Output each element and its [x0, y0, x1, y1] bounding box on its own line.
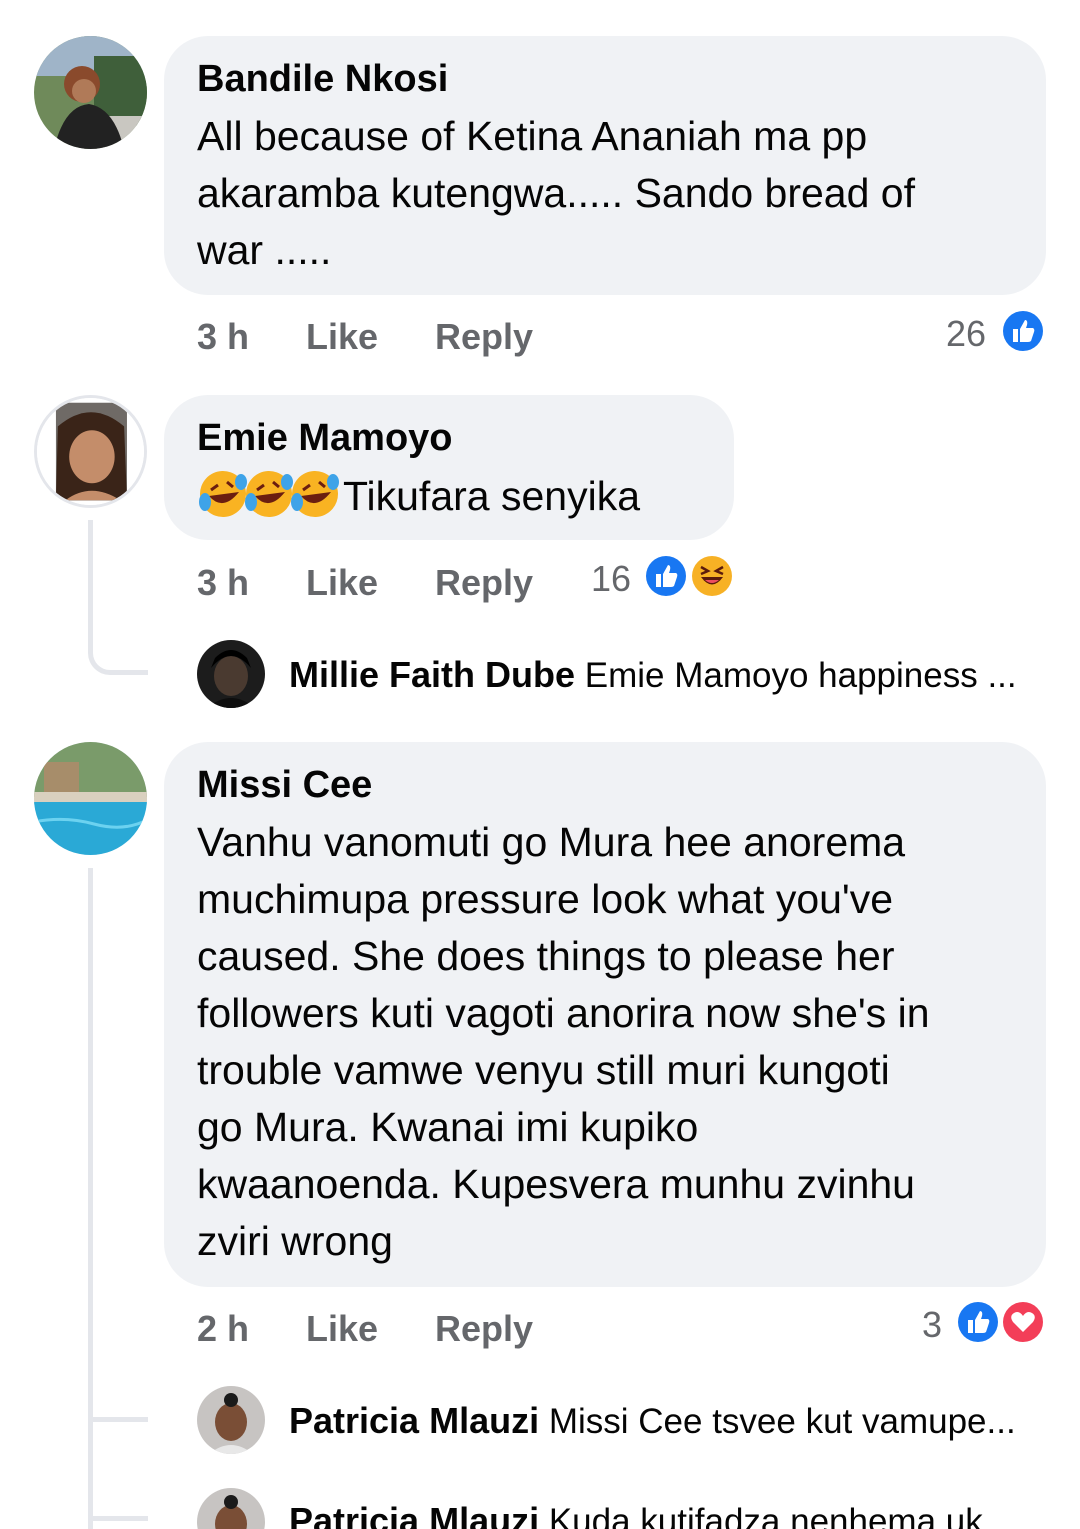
thread-connector: [88, 1417, 148, 1422]
comment-author[interactable]: Missi Cee: [197, 764, 372, 807]
thread-connector: [88, 1516, 148, 1521]
comment-text: Vanhu vanomuti go Mura hee anorema muchi…: [197, 814, 1027, 1270]
comment-text-line: followers kuti vagoti anorira now she's …: [197, 990, 930, 1036]
comment-author[interactable]: Bandile Nkosi: [197, 58, 448, 101]
comment-text-line: trouble vamwe venyu still muri kungoti: [197, 1047, 890, 1093]
reply-button[interactable]: Reply: [435, 562, 533, 604]
comment-text-line: Vanhu vanomuti go Mura hee anorema: [197, 819, 906, 865]
comment-text-line: All because of Ketina Ananiah ma pp: [197, 113, 868, 159]
reply-preview[interactable]: Patricia Mlauzi Kuda kutifadza nenhema u…: [289, 1500, 1049, 1529]
reply-preview[interactable]: Millie Faith Dube Emie Mamoyo happiness …: [289, 654, 1049, 696]
comment-text-line: zviri wrong: [197, 1218, 393, 1264]
like-button[interactable]: Like: [306, 562, 378, 604]
comment-timestamp[interactable]: 3 h: [197, 316, 249, 358]
comment-text-line: kwaanoenda. Kupesvera munhu zvinhu: [197, 1161, 915, 1207]
reply-author[interactable]: Patricia Mlauzi: [289, 1400, 539, 1441]
comment-text: All because of Ketina Ananiah ma pp akar…: [197, 108, 1027, 279]
rolling-on-floor-laughing-emoji: [289, 468, 341, 520]
reply-preview[interactable]: Patricia Mlauzi Missi Cee tsvee kut vamu…: [289, 1400, 1049, 1442]
reply-snippet: Kuda kutifadza nenhema uk: [548, 1502, 983, 1529]
avatar-millie-faith-dube[interactable]: [197, 640, 265, 708]
avatar-patricia-mlauzi[interactable]: [197, 1386, 265, 1454]
love-icon[interactable]: [1000, 1299, 1046, 1345]
comment-text-line: caused. She does things to please her: [197, 933, 895, 979]
reaction-count[interactable]: 26: [946, 313, 986, 355]
avatar-bandile-nkosi[interactable]: [34, 36, 147, 149]
avatar-emie-mamoyo[interactable]: [34, 395, 147, 508]
comment-timestamp[interactable]: 2 h: [197, 1308, 249, 1350]
comment-text-line: war .....: [197, 227, 332, 273]
haha-icon[interactable]: [689, 553, 735, 599]
reply-snippet: Missi Cee tsvee kut vamupe...: [548, 1402, 1016, 1441]
comment-author[interactable]: Emie Mamoyo: [197, 417, 453, 460]
like-icon[interactable]: [1000, 308, 1046, 354]
comment-text-line: akaramba kutengwa..... Sando bread of: [197, 170, 915, 216]
reply-snippet: Emie Mamoyo happiness ...: [584, 656, 1017, 695]
comment-text-line: go Mura. Kwanai imi kupiko: [197, 1104, 699, 1150]
thread-connector: [88, 520, 148, 675]
like-icon[interactable]: [955, 1299, 1001, 1345]
avatar-patricia-mlauzi[interactable]: [197, 1488, 265, 1529]
comment-text: Tikufara senyika: [197, 468, 640, 525]
like-button[interactable]: Like: [306, 1308, 378, 1350]
rolling-on-floor-laughing-emoji: [197, 468, 249, 520]
rolling-on-floor-laughing-emoji: [243, 468, 295, 520]
like-button[interactable]: Like: [306, 316, 378, 358]
reaction-count[interactable]: 16: [591, 558, 631, 600]
thread-line: [88, 868, 93, 1529]
comment-text-line: muchimupa pressure look what you've: [197, 876, 894, 922]
reply-author[interactable]: Millie Faith Dube: [289, 654, 575, 695]
reply-author[interactable]: Patricia Mlauzi: [289, 1500, 539, 1529]
reply-button[interactable]: Reply: [435, 1308, 533, 1350]
comment-timestamp[interactable]: 3 h: [197, 562, 249, 604]
avatar-missi-cee[interactable]: [34, 742, 147, 855]
reaction-count[interactable]: 3: [922, 1304, 942, 1346]
like-icon[interactable]: [643, 553, 689, 599]
reply-button[interactable]: Reply: [435, 316, 533, 358]
comment-text-line: Tikufara senyika: [343, 473, 640, 519]
